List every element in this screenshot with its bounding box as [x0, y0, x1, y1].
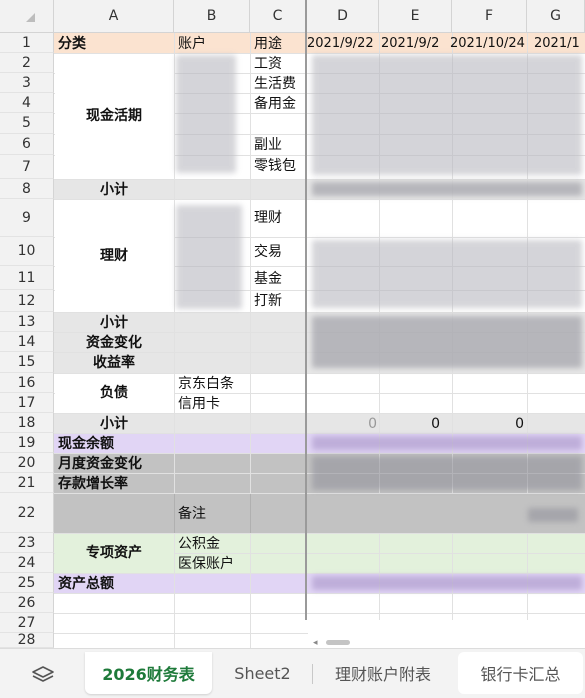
- horizontal-scroll-thumb[interactable]: [326, 640, 350, 645]
- row-header-28[interactable]: 28: [0, 632, 54, 648]
- cell-deposit-growth[interactable]: 存款增长率: [58, 474, 248, 494]
- grid-line: [250, 33, 251, 648]
- row-header-18[interactable]: 18: [0, 413, 54, 433]
- row-header-4[interactable]: 4: [0, 93, 54, 113]
- cell-f18-value[interactable]: 0: [452, 414, 524, 434]
- row-header-19[interactable]: 19: [0, 433, 54, 453]
- cell-use-living[interactable]: 生活费: [254, 74, 304, 94]
- select-all-corner[interactable]: [0, 0, 54, 33]
- scroll-left-arrow-icon[interactable]: ◂: [313, 638, 318, 648]
- cell-cash-category[interactable]: 现金活期: [54, 106, 174, 126]
- row-header-14[interactable]: 14: [0, 332, 54, 352]
- column-header-d[interactable]: D: [307, 0, 379, 33]
- cell-account-housing-fund[interactable]: 公积金: [178, 534, 250, 554]
- cell-invest-category[interactable]: 理财: [54, 246, 174, 266]
- cell-special-assets[interactable]: 专项资产: [54, 543, 174, 563]
- cell-use-ipo[interactable]: 打新: [254, 291, 304, 311]
- row-header-6[interactable]: 6: [0, 134, 54, 155]
- cell-invest-subtotal[interactable]: 小计: [54, 313, 174, 333]
- row-header-25[interactable]: 25: [0, 573, 54, 593]
- grid-line: [174, 33, 175, 648]
- cell-use-reserve[interactable]: 备用金: [254, 94, 304, 114]
- column-header-c[interactable]: C: [250, 0, 306, 33]
- cell-a1-category[interactable]: 分类: [58, 34, 170, 54]
- grid-line: [54, 613, 585, 614]
- redacted-values-cash-balance: [312, 436, 582, 450]
- cell-c1-use[interactable]: 用途: [254, 34, 304, 54]
- cell-account-medical[interactable]: 医保账户: [178, 554, 250, 574]
- sheet-tab-invest-accounts[interactable]: 理财账户附表: [318, 652, 448, 694]
- redacted-values-cash: [312, 55, 582, 175]
- cell-debt-category[interactable]: 负债: [54, 383, 174, 403]
- cell-f1-date[interactable]: 2021/10/24: [450, 34, 527, 54]
- row-header-21[interactable]: 21: [0, 473, 54, 493]
- row-header-16[interactable]: 16: [0, 373, 54, 393]
- cell-account-credit[interactable]: 信用卡: [178, 394, 250, 414]
- cell-use-pocket[interactable]: 零钱包: [254, 156, 304, 176]
- row-header-17[interactable]: 17: [0, 393, 54, 413]
- column-header-a[interactable]: A: [54, 0, 174, 33]
- cell-yield-rate[interactable]: 收益率: [54, 353, 174, 373]
- row-header-1[interactable]: 1: [0, 33, 54, 53]
- cell-d1-date[interactable]: 2021/9/22: [307, 34, 379, 54]
- row-header-26[interactable]: 26: [0, 593, 54, 613]
- row-header-7[interactable]: 7: [0, 155, 54, 179]
- cell-e18-value[interactable]: 0: [380, 414, 440, 434]
- row-header-10[interactable]: 10: [0, 237, 54, 266]
- row-header-8[interactable]: 8: [0, 179, 54, 199]
- row-header-12[interactable]: 12: [0, 290, 54, 312]
- cell-b1-account[interactable]: 账户: [178, 34, 248, 54]
- row-header-15[interactable]: 15: [0, 352, 54, 373]
- row-header-5[interactable]: 5: [0, 113, 54, 134]
- cell-account-jd[interactable]: 京东白条: [178, 374, 250, 394]
- cell-use-salary[interactable]: 工资: [254, 54, 304, 74]
- row-header-22[interactable]: 22: [0, 493, 54, 533]
- row-header-13[interactable]: 13: [0, 312, 54, 332]
- cell-monthly-change[interactable]: 月度资金变化: [58, 454, 248, 474]
- row-header-23[interactable]: 23: [0, 533, 54, 553]
- column-header-e[interactable]: E: [379, 0, 452, 33]
- tab-separator: [312, 664, 313, 684]
- redacted-accounts-cash: [176, 55, 236, 173]
- select-all-icon: [26, 13, 35, 22]
- redacted-values-invest-subtotal: [312, 316, 582, 368]
- column-header-f[interactable]: F: [452, 0, 527, 33]
- column-header-b[interactable]: B: [174, 0, 250, 33]
- cell-fund-change[interactable]: 资金变化: [54, 333, 174, 353]
- row-header-2[interactable]: 2: [0, 53, 54, 73]
- cell-note[interactable]: 备注: [178, 504, 250, 524]
- redacted-values-invest: [312, 240, 582, 308]
- cell-debt-subtotal[interactable]: 小计: [54, 414, 174, 434]
- cell-cash-balance[interactable]: 现金余额: [58, 434, 248, 454]
- merged-row-22: [55, 494, 585, 533]
- cell-use-finance[interactable]: 理财: [254, 208, 304, 228]
- row-header-3[interactable]: 3: [0, 73, 54, 93]
- sheet-tab-sheet2[interactable]: Sheet2: [220, 652, 305, 694]
- redacted-values-subtotal: [312, 182, 582, 196]
- row-header-20[interactable]: 20: [0, 453, 54, 473]
- cell-g1-date[interactable]: 2021/1: [534, 34, 585, 54]
- cell-use-fund[interactable]: 基金: [254, 269, 304, 289]
- row-header-27[interactable]: 27: [0, 613, 54, 633]
- cell-use-side[interactable]: 副业: [254, 135, 304, 155]
- grid-line: [250, 494, 251, 533]
- sheet-tab-bank-cards[interactable]: 银行卡汇总: [458, 652, 583, 694]
- grid-line: [174, 494, 175, 533]
- sheet-tab-2026[interactable]: 2026财务表: [85, 652, 212, 694]
- freeze-pane-divider[interactable]: [305, 0, 307, 620]
- cell-use-trade[interactable]: 交易: [254, 242, 304, 262]
- cell-cash-subtotal[interactable]: 小计: [54, 180, 174, 200]
- row-header-11[interactable]: 11: [0, 266, 54, 290]
- cell-e1-date[interactable]: 2021/9/2: [381, 34, 452, 54]
- redacted-values-monthly: [312, 456, 582, 490]
- row-header-9[interactable]: 9: [0, 199, 54, 237]
- column-header-g[interactable]: G: [527, 0, 585, 33]
- layers-icon[interactable]: [30, 664, 56, 688]
- row-header-24[interactable]: 24: [0, 553, 54, 573]
- redacted-values-note: [528, 508, 578, 522]
- redacted-values-total: [312, 576, 582, 590]
- redacted-accounts-invest: [176, 205, 242, 309]
- cell-total-assets[interactable]: 资产总额: [58, 574, 248, 594]
- cell-d18-value[interactable]: 0: [340, 414, 377, 434]
